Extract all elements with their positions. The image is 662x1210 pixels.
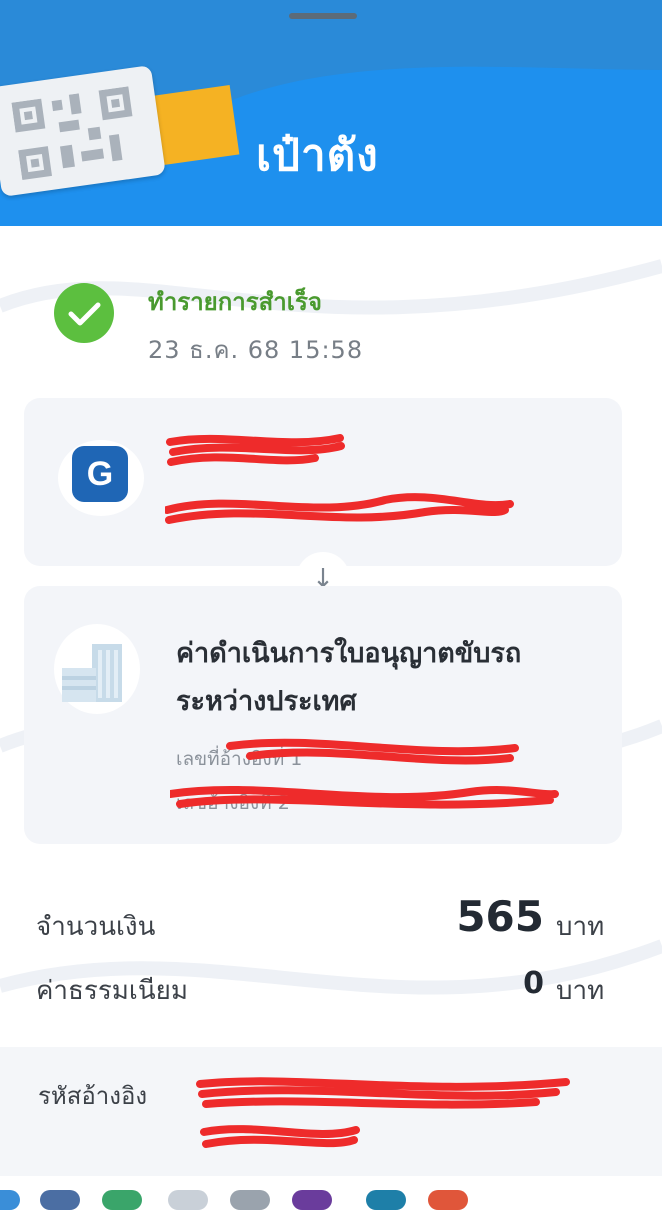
dock-app-icon[interactable] bbox=[428, 1190, 468, 1210]
transaction-status: ทำรายการสำเร็จ bbox=[148, 288, 322, 316]
page-title: เป๋าตัง bbox=[256, 130, 379, 181]
redacted-reference-code bbox=[196, 1077, 570, 1148]
dock-app-icon[interactable] bbox=[168, 1190, 208, 1210]
dock-app-icon[interactable] bbox=[292, 1190, 332, 1210]
qr-code-icon bbox=[0, 65, 166, 197]
dock-app-icon[interactable] bbox=[40, 1190, 80, 1210]
reference-label: รหัสอ้างอิง bbox=[38, 1082, 148, 1110]
g-wallet-logo-icon: G bbox=[72, 446, 128, 502]
fee-value: 0 bbox=[523, 966, 544, 1001]
redacted-payee-refs bbox=[170, 738, 559, 809]
dock-app-icon[interactable] bbox=[366, 1190, 406, 1210]
redacted-sender-info bbox=[165, 434, 514, 524]
success-check-icon bbox=[54, 283, 114, 343]
amount-label: จำนวนเงิน bbox=[36, 912, 156, 942]
amount-unit: บาท bbox=[556, 912, 605, 942]
dock-app-icon[interactable] bbox=[0, 1190, 20, 1210]
payee-name: ค่าดำเนินการใบอนุญาตขับรถระหว่างประเทศ bbox=[176, 638, 522, 717]
dock-app-icon[interactable] bbox=[102, 1190, 142, 1210]
building-icon bbox=[54, 624, 140, 714]
transaction-datetime: 23 ธ.ค. 68 15:58 bbox=[148, 336, 364, 364]
sheet-grab-handle[interactable] bbox=[289, 13, 357, 19]
fee-label: ค่าธรรมเนียม bbox=[36, 976, 188, 1006]
dock-app-icon[interactable] bbox=[230, 1190, 270, 1210]
amount-value: 565 bbox=[456, 892, 544, 941]
fee-unit: บาท bbox=[556, 976, 605, 1006]
